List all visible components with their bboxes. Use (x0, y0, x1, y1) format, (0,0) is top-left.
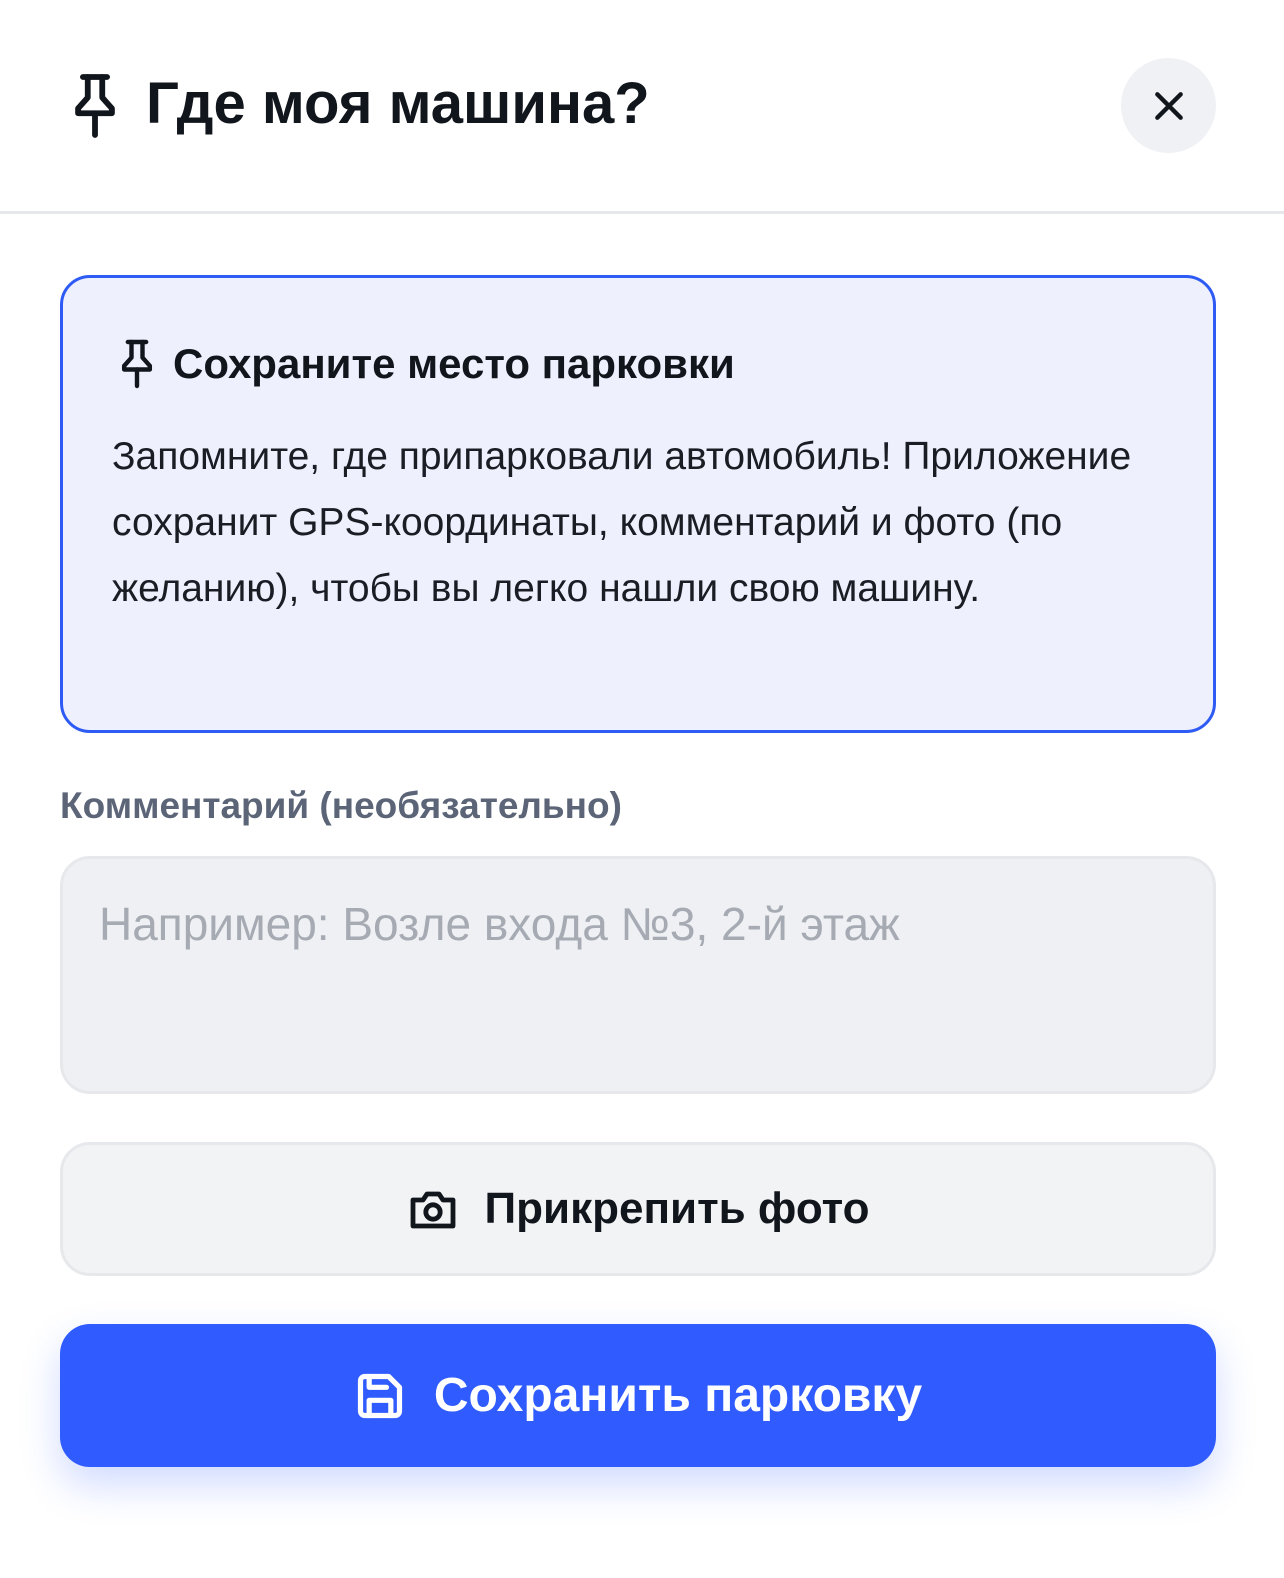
attach-photo-label: Прикрепить фото (484, 1184, 870, 1233)
close-icon (1154, 91, 1183, 120)
comment-label: Комментарий (необязательно) (60, 785, 622, 826)
save-icon (357, 1373, 402, 1418)
info-card: Сохраните место парковки Запомните, где … (60, 275, 1216, 733)
pin-icon (121, 339, 153, 389)
pin-icon (75, 74, 115, 138)
info-card-header: Сохраните место парковки (115, 334, 735, 394)
close-button[interactable] (1121, 58, 1216, 153)
save-parking-label: Сохранить парковку (433, 1369, 923, 1422)
info-card-description: Запомните, где припарковали автомобиль! … (112, 435, 1132, 610)
info-card-title: Сохраните место парковки (173, 340, 735, 387)
attach-photo-button[interactable]: Прикрепить фото (60, 1142, 1216, 1276)
save-parking-button[interactable]: Сохранить парковку (60, 1324, 1216, 1467)
page-title: Где моя машина? (146, 71, 650, 136)
modal-header: Где моя машина? (0, 0, 1284, 214)
comment-input[interactable] (60, 856, 1216, 1094)
camera-icon (410, 1191, 455, 1229)
